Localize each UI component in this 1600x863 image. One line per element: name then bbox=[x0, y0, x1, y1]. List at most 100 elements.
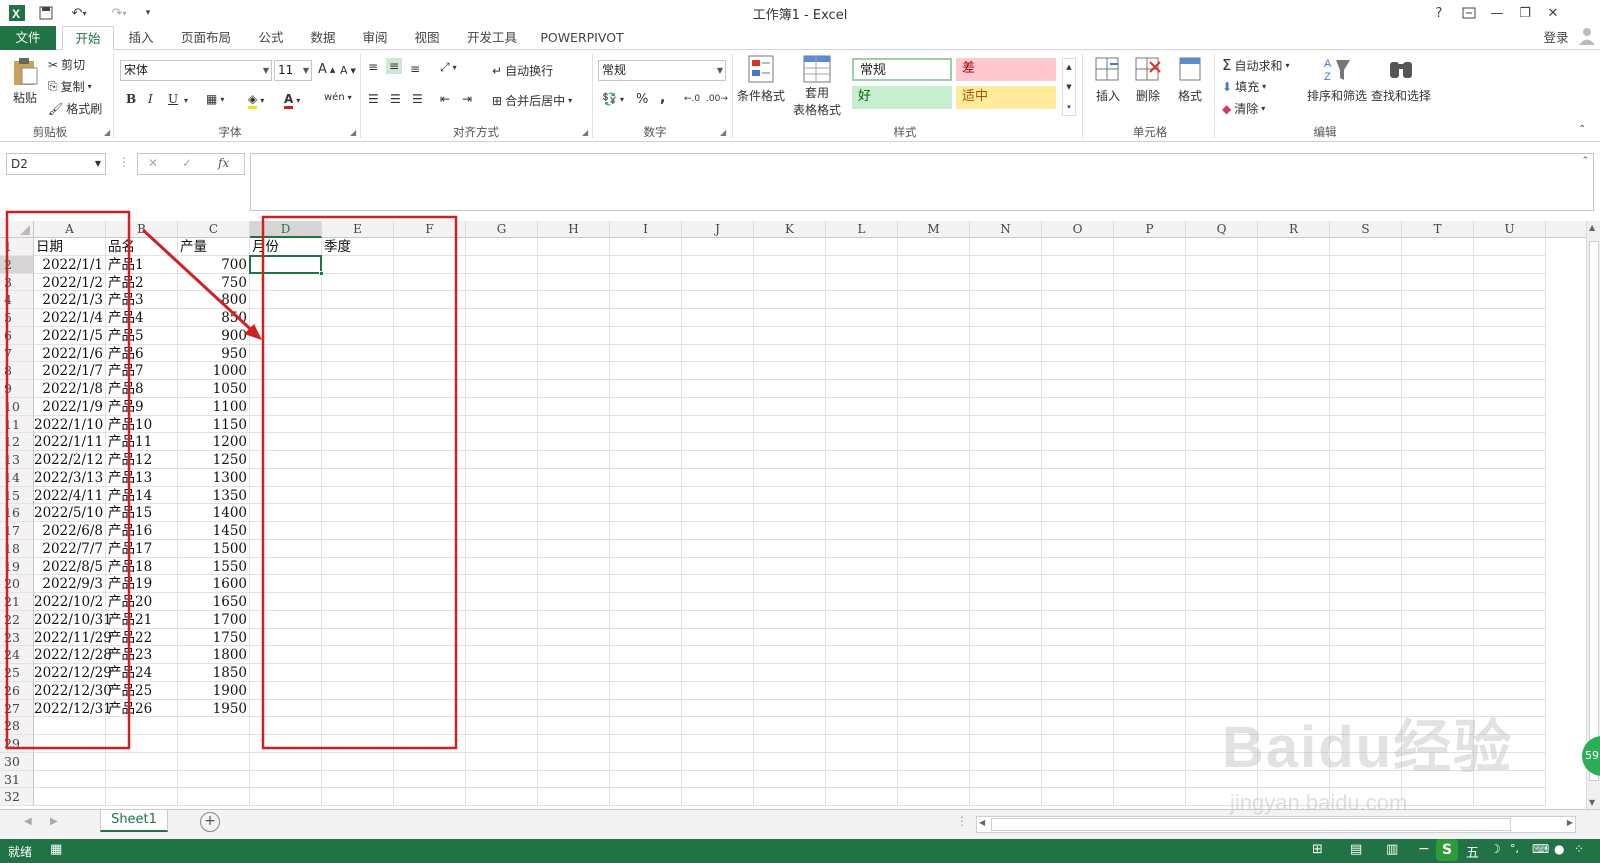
column-header-p[interactable]: P bbox=[1114, 221, 1186, 238]
cell-a20[interactable]: 2022/9/3 bbox=[34, 575, 106, 593]
cell-c27[interactable]: 1950 bbox=[178, 700, 250, 718]
cell-b2[interactable]: 产品1 bbox=[106, 256, 178, 274]
font-launcher-icon[interactable]: ◢ bbox=[350, 128, 356, 137]
column-header-g[interactable]: G bbox=[466, 221, 538, 238]
cell-b6[interactable]: 产品5 bbox=[106, 327, 178, 345]
cell-b23[interactable]: 产品22 bbox=[106, 629, 178, 647]
cell-b1[interactable]: 品名 bbox=[106, 238, 178, 256]
cell-a11[interactable]: 2022/1/10 bbox=[34, 416, 106, 434]
cell-a3[interactable]: 2022/1/2 bbox=[34, 274, 106, 292]
cell-a4[interactable]: 2022/1/3 bbox=[34, 291, 106, 309]
user-icon[interactable]: ● bbox=[1554, 842, 1564, 856]
cell-a6[interactable]: 2022/1/5 bbox=[34, 327, 106, 345]
cell-c10[interactable]: 1100 bbox=[178, 398, 250, 416]
underline-dropdown-icon[interactable]: ▾ bbox=[184, 96, 188, 105]
font-color-icon[interactable]: A ▾ bbox=[284, 92, 300, 109]
punctuation-icon[interactable]: °, bbox=[1510, 842, 1519, 855]
cell-e1[interactable]: 季度 bbox=[322, 238, 394, 256]
scroll-left-icon[interactable]: ◀ bbox=[979, 818, 985, 827]
fill-handle[interactable] bbox=[319, 270, 324, 276]
keyboard-icon[interactable]: ⌨ bbox=[1532, 842, 1549, 856]
cell-b20[interactable]: 产品19 bbox=[106, 575, 178, 593]
help-button[interactable]: ? bbox=[1426, 3, 1452, 23]
column-header-j[interactable]: J bbox=[682, 221, 754, 238]
cell-a9[interactable]: 2022/1/8 bbox=[34, 380, 106, 398]
horizontal-scroll-thumb[interactable] bbox=[991, 818, 1511, 831]
cell-a2[interactable]: 2022/1/1 bbox=[34, 256, 106, 274]
cell-c3[interactable]: 750 bbox=[178, 274, 250, 292]
cell-a24[interactable]: 2022/12/28 bbox=[34, 646, 112, 664]
cell-b21[interactable]: 产品20 bbox=[106, 593, 178, 611]
cell-c14[interactable]: 1300 bbox=[178, 469, 250, 487]
merge-center-button[interactable]: ⊞ 合并后居中 ▾ bbox=[492, 92, 572, 109]
cell-b16[interactable]: 产品15 bbox=[106, 504, 178, 522]
row-header-22[interactable]: 22 bbox=[0, 611, 33, 629]
collapse-formula-bar-icon[interactable]: ⌃ bbox=[1581, 156, 1589, 166]
format-as-table-button[interactable]: 套用 表格格式 bbox=[790, 54, 844, 118]
row-header-12[interactable]: 12 bbox=[0, 433, 33, 451]
add-sheet-icon[interactable]: + bbox=[200, 812, 220, 832]
column-header-e[interactable]: E bbox=[322, 221, 394, 238]
cell-c23[interactable]: 1750 bbox=[178, 629, 250, 647]
cell-a21[interactable]: 2022/10/2 bbox=[34, 593, 106, 611]
wrap-text-button[interactable]: ↵ 自动换行 bbox=[492, 62, 553, 79]
increase-indent-icon[interactable]: ⇥ bbox=[462, 92, 472, 106]
row-header-29[interactable]: 29 bbox=[0, 735, 33, 753]
cell-c7[interactable]: 950 bbox=[178, 345, 250, 363]
formula-input[interactable]: ⌃ bbox=[250, 153, 1594, 211]
decrease-indent-icon[interactable]: ⇤ bbox=[440, 92, 450, 106]
worksheet-grid[interactable]: ABCDEFGHIJKLMNOPQRSTU 1 2 3 4 5 6 7 8 9 10 11 12 13 1… bbox=[0, 221, 1586, 809]
cell-c21[interactable]: 1650 bbox=[178, 593, 250, 611]
row-header-32[interactable]: 32 bbox=[0, 788, 33, 806]
style-neutral[interactable]: 适中 bbox=[956, 86, 1056, 109]
cut-button[interactable]: ✂ 剪切 bbox=[48, 56, 85, 73]
percent-button[interactable]: % bbox=[636, 92, 648, 107]
style-bad[interactable]: 差 bbox=[956, 58, 1056, 81]
vertical-scroll-thumb[interactable] bbox=[1589, 241, 1599, 781]
cell-b5[interactable]: 产品4 bbox=[106, 309, 178, 327]
cell-c11[interactable]: 1150 bbox=[178, 416, 250, 434]
cell-b14[interactable]: 产品13 bbox=[106, 469, 178, 487]
align-middle-icon[interactable]: ≡ bbox=[386, 58, 403, 74]
alignment-launcher-icon[interactable]: ◢ bbox=[582, 128, 588, 137]
normal-view-icon[interactable]: ⊞ bbox=[1312, 842, 1323, 857]
column-header-m[interactable]: M bbox=[898, 221, 970, 238]
orientation-icon[interactable]: ⤢ ▾ bbox=[440, 60, 457, 75]
zoom-out-icon[interactable]: − bbox=[1418, 841, 1430, 857]
column-header-i[interactable]: I bbox=[610, 221, 682, 238]
autosum-button[interactable]: Σ 自动求和 ▾ bbox=[1222, 56, 1290, 74]
ime-mode[interactable]: 五 bbox=[1466, 842, 1479, 861]
cell-a19[interactable]: 2022/8/5 bbox=[34, 558, 106, 576]
row-header-28[interactable]: 28 bbox=[0, 717, 33, 735]
cell-c19[interactable]: 1550 bbox=[178, 558, 250, 576]
tab-home[interactable]: 开始 bbox=[62, 26, 114, 51]
cell-c12[interactable]: 1200 bbox=[178, 433, 250, 451]
number-format-select[interactable]: 常规 ▼ bbox=[598, 60, 726, 81]
cell-b11[interactable]: 产品10 bbox=[106, 416, 178, 434]
row-header-9[interactable]: 9 bbox=[0, 380, 33, 398]
active-cell-selection[interactable] bbox=[249, 254, 322, 274]
column-header-h[interactable]: H bbox=[538, 221, 610, 238]
column-header-s[interactable]: S bbox=[1330, 221, 1402, 238]
clear-button[interactable]: ◆ 清除 ▾ bbox=[1222, 100, 1265, 117]
ime-logo-icon[interactable]: S bbox=[1436, 839, 1458, 861]
sheet-tab-sheet1[interactable]: Sheet1 bbox=[100, 810, 168, 832]
fill-color-icon[interactable]: ◈ ▾ bbox=[248, 92, 264, 109]
row-header-11[interactable]: 11 bbox=[0, 416, 33, 434]
column-header-q[interactable]: Q bbox=[1186, 221, 1258, 238]
format-cells-button[interactable]: 格式 bbox=[1172, 54, 1208, 104]
row-header-17[interactable]: 17 bbox=[0, 522, 33, 540]
italic-button[interactable]: I bbox=[148, 92, 153, 106]
align-left-icon[interactable]: ☰ bbox=[368, 92, 379, 106]
style-good[interactable]: 好 bbox=[852, 86, 952, 109]
cell-a16[interactable]: 2022/5/10 bbox=[34, 504, 106, 522]
cell-c20[interactable]: 1600 bbox=[178, 575, 250, 593]
bold-button[interactable]: B bbox=[126, 92, 136, 106]
cell-a1[interactable]: 日期 bbox=[34, 238, 106, 256]
comma-button[interactable]: , bbox=[660, 90, 665, 106]
tab-view[interactable]: 视图 bbox=[404, 26, 450, 50]
restore-button[interactable]: ❐ bbox=[1512, 3, 1538, 23]
cell-c24[interactable]: 1800 bbox=[178, 646, 250, 664]
cell-a13[interactable]: 2022/2/12 bbox=[34, 451, 106, 469]
sheet-next-icon[interactable]: ▶ bbox=[50, 816, 58, 827]
